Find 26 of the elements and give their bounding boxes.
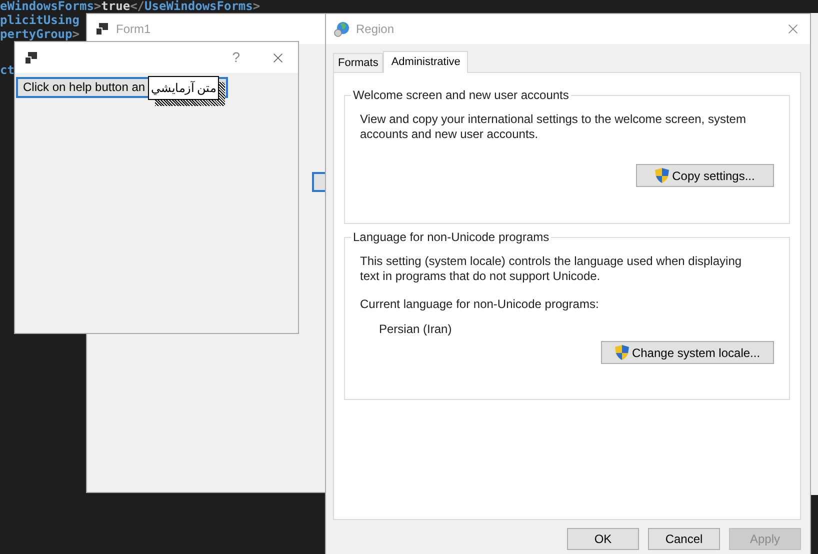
group-title: Welcome screen and new user accounts [351, 88, 571, 102]
tab[interactable]: Administrative [383, 51, 468, 73]
help-button[interactable]: ? [232, 47, 240, 68]
description-text: Current language for non-Unicode programs: [360, 297, 600, 312]
window-title: Form1 [116, 21, 151, 38]
window-title: Region [356, 21, 394, 38]
code-line: plicitUsing [0, 13, 80, 27]
shield-icon [614, 345, 629, 360]
code-line: ct [0, 63, 14, 77]
code-line: eWindowsForms>true</UseWindowsForms> [0, 0, 260, 13]
description-text: This setting (system locale) controls the language used when displaying text in programs that do not support Unicode. [360, 254, 743, 284]
button-edge[interactable] [312, 172, 325, 192]
settings-button[interactable]: Change system locale... [601, 341, 774, 364]
window-icon [25, 52, 37, 64]
code-line: pertyGroup> [0, 27, 80, 41]
dialog-button[interactable]: OK [567, 528, 639, 550]
dialog-button[interactable]: Cancel [648, 528, 720, 550]
globe-icon [334, 21, 350, 37]
settings-button[interactable]: Copy settings... [636, 164, 774, 187]
window-icon [96, 23, 108, 35]
description-text: View and copy your international settings to the welcome screen, system accounts and new user accounts. [360, 112, 747, 142]
group-title: Language for non-Unicode programs [351, 230, 552, 244]
shield-icon [655, 168, 670, 183]
locale-value: Persian (Iran) [379, 321, 453, 338]
tooltip: متن آزمايشي [148, 76, 219, 100]
tab[interactable]: Formats [333, 53, 384, 72]
